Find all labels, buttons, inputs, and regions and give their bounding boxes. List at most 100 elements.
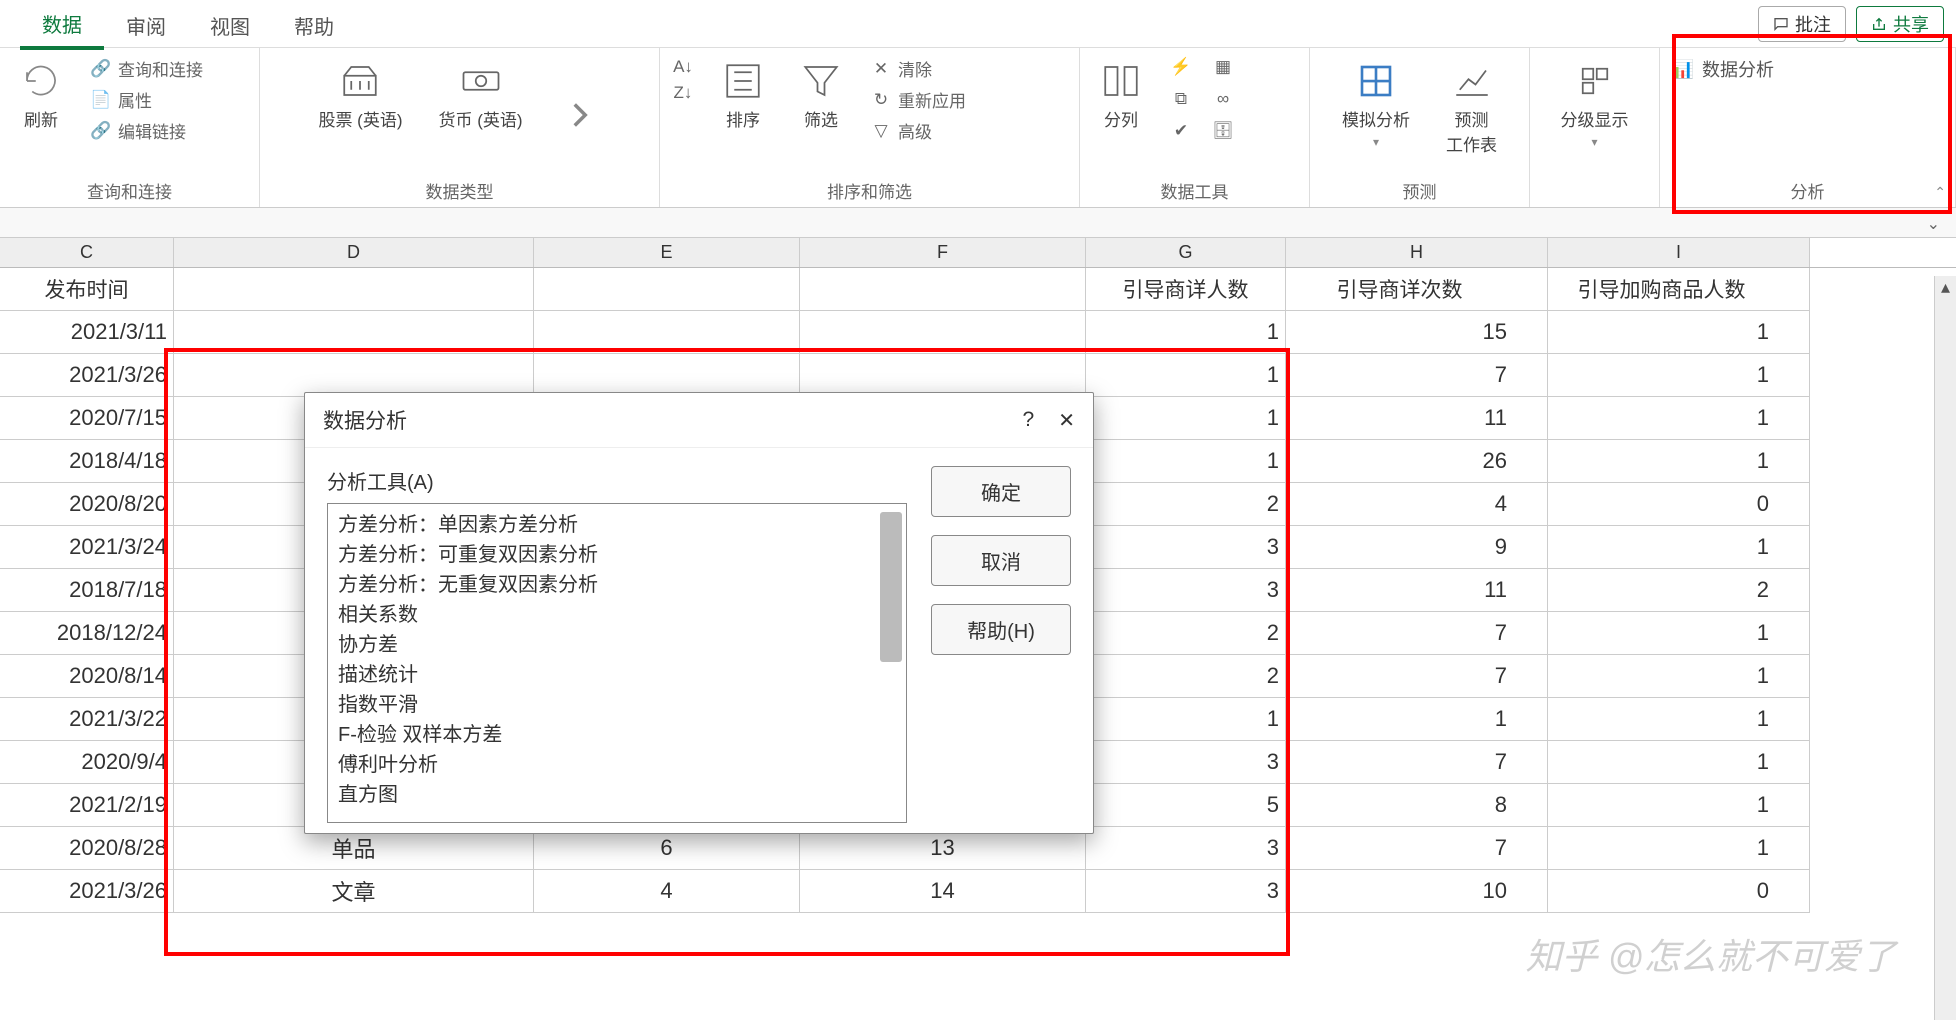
data-analysis-button[interactable]: 📊 数据分析 — [1672, 56, 1774, 82]
cell-I[interactable]: 2 — [1548, 569, 1810, 612]
cell-G[interactable]: 1 — [1086, 311, 1286, 354]
chevron-down-icon[interactable]: ⌄ — [1927, 214, 1940, 234]
tool-option[interactable]: 方差分析：可重复双因素分析 — [338, 540, 896, 570]
ribbon-tab-help[interactable]: 帮助 — [272, 3, 356, 48]
header-E[interactable] — [534, 268, 800, 311]
outline-button[interactable]: 分级显示 ▾ — [1553, 56, 1637, 153]
col-header-E[interactable]: E — [534, 238, 800, 267]
ok-button[interactable]: 确定 — [931, 466, 1071, 517]
cell-H[interactable]: 11 — [1286, 569, 1548, 612]
cell-C[interactable]: 2020/8/20 — [0, 483, 174, 526]
col-header-H[interactable]: H — [1286, 238, 1548, 267]
tool-option[interactable]: 傅利叶分析 — [338, 750, 896, 780]
tool-option[interactable]: F-检验 双样本方差 — [338, 720, 896, 750]
cell-C[interactable]: 2020/8/28 — [0, 827, 174, 870]
cell-C[interactable]: 2021/2/19 — [0, 784, 174, 827]
cell-G[interactable]: 2 — [1086, 655, 1286, 698]
cell-H[interactable]: 1 — [1286, 698, 1548, 741]
cell-I[interactable]: 0 — [1548, 870, 1810, 913]
text-to-columns-button[interactable]: 分列 — [1092, 56, 1150, 135]
tool-option[interactable]: 相关系数 — [338, 600, 896, 630]
cell-I[interactable]: 1 — [1548, 397, 1810, 440]
col-header-F[interactable]: F — [800, 238, 1086, 267]
cell-I[interactable]: 1 — [1548, 698, 1810, 741]
ribbon-collapse-icon[interactable]: ⌃ — [1934, 184, 1946, 201]
tool-option[interactable]: 直方图 — [338, 780, 896, 810]
remove-dup-button[interactable]: ⧉ — [1170, 88, 1192, 110]
header-G[interactable]: 引导商详人数 — [1086, 268, 1286, 311]
cell-G[interactable]: 2 — [1086, 612, 1286, 655]
header-F[interactable] — [800, 268, 1086, 311]
cell-C[interactable]: 2021/3/22 — [0, 698, 174, 741]
cell-C[interactable]: 2021/3/24 — [0, 526, 174, 569]
cell-I[interactable]: 1 — [1548, 784, 1810, 827]
sort-az-button[interactable]: A↓ — [672, 56, 694, 78]
dialog-help-icon[interactable]: ? — [1023, 408, 1035, 432]
cell-I[interactable]: 1 — [1548, 440, 1810, 483]
cell-F[interactable] — [800, 354, 1086, 397]
cell-D[interactable] — [174, 311, 534, 354]
tool-option[interactable]: 协方差 — [338, 630, 896, 660]
cell-F[interactable] — [800, 311, 1086, 354]
flash-fill-button[interactable]: ⚡ — [1170, 56, 1192, 78]
edit-links-button[interactable]: 🔗编辑链接 — [90, 118, 203, 143]
tool-option[interactable]: 方差分析：无重复双因素分析 — [338, 570, 896, 600]
cell-G[interactable]: 3 — [1086, 827, 1286, 870]
cell-G[interactable]: 1 — [1086, 440, 1286, 483]
properties-button[interactable]: 📄属性 — [90, 87, 203, 112]
cell-H[interactable]: 10 — [1286, 870, 1548, 913]
filter-button[interactable]: 筛选 — [792, 56, 850, 135]
cell-G[interactable]: 1 — [1086, 698, 1286, 741]
header-C[interactable]: 发布时间 — [0, 268, 174, 311]
cell-I[interactable]: 1 — [1548, 612, 1810, 655]
cell-I[interactable]: 1 — [1548, 354, 1810, 397]
dialog-close-icon[interactable]: ✕ — [1058, 408, 1075, 433]
ribbon-tab-data[interactable]: 数据 — [20, 1, 104, 50]
cell-H[interactable]: 11 — [1286, 397, 1548, 440]
cell-C[interactable]: 2018/4/18 — [0, 440, 174, 483]
cell-D[interactable]: 文章 — [174, 870, 534, 913]
cell-C[interactable]: 2018/7/18 — [0, 569, 174, 612]
cell-H[interactable]: 9 — [1286, 526, 1548, 569]
share-button[interactable]: 共享 — [1856, 6, 1944, 42]
currency-button[interactable]: 货币 (英语) — [431, 56, 531, 135]
col-header-I[interactable]: I — [1548, 238, 1810, 267]
queries-connections-button[interactable]: 🔗查询和连接 — [90, 56, 203, 81]
tool-listbox[interactable]: 方差分析：单因素方差分析方差分析：可重复双因素分析方差分析：无重复双因素分析相关… — [327, 503, 907, 823]
ribbon-tab-review[interactable]: 审阅 — [104, 3, 188, 48]
cell-C[interactable]: 2020/8/14 — [0, 655, 174, 698]
cell-I[interactable]: 1 — [1548, 655, 1810, 698]
cell-I[interactable]: 1 — [1548, 311, 1810, 354]
col-header-D[interactable]: D — [174, 238, 534, 267]
tool-option[interactable]: 方差分析：单因素方差分析 — [338, 510, 896, 540]
data-model-button[interactable]: 🗄 — [1212, 120, 1234, 142]
cell-F[interactable]: 14 — [800, 870, 1086, 913]
col-header-G[interactable]: G — [1086, 238, 1286, 267]
tool-option[interactable]: 指数平滑 — [338, 690, 896, 720]
header-D[interactable] — [174, 268, 534, 311]
vertical-scrollbar[interactable]: ▴ — [1934, 276, 1956, 1020]
cell-H[interactable]: 7 — [1286, 741, 1548, 784]
clear-filter-button[interactable]: ✕清除 — [870, 56, 966, 81]
reapply-button[interactable]: ↻重新应用 — [870, 87, 966, 112]
cell-E[interactable]: 4 — [534, 870, 800, 913]
cell-G[interactable]: 3 — [1086, 741, 1286, 784]
cell-C[interactable]: 2021/3/26 — [0, 870, 174, 913]
ribbon-tab-view[interactable]: 视图 — [188, 3, 272, 48]
cell-C[interactable]: 2021/3/11 — [0, 311, 174, 354]
cancel-button[interactable]: 取消 — [931, 535, 1071, 586]
cell-D[interactable] — [174, 354, 534, 397]
cell-G[interactable]: 1 — [1086, 397, 1286, 440]
tool-option[interactable]: 描述统计 — [338, 660, 896, 690]
cell-G[interactable]: 2 — [1086, 483, 1286, 526]
cell-C[interactable]: 2021/3/26 — [0, 354, 174, 397]
cell-H[interactable]: 15 — [1286, 311, 1548, 354]
cell-H[interactable]: 7 — [1286, 827, 1548, 870]
scroll-up-icon[interactable]: ▴ — [1935, 276, 1956, 298]
cell-H[interactable]: 4 — [1286, 483, 1548, 526]
cell-G[interactable]: 3 — [1086, 569, 1286, 612]
cell-E[interactable] — [534, 311, 800, 354]
col-header-C[interactable]: C — [0, 238, 174, 267]
cell-H[interactable]: 7 — [1286, 655, 1548, 698]
cell-C[interactable]: 2018/12/24 — [0, 612, 174, 655]
